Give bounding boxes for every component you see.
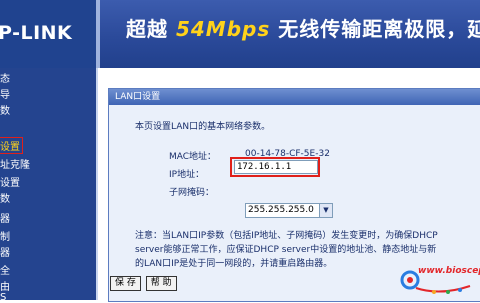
banner-prefix: 超越 xyxy=(126,17,168,41)
sidebar-item-lan-settings[interactable]: 设置 xyxy=(0,137,23,154)
note-line: server能够正常工作，应保证DHCP server中设置的地址池、静态地址与… xyxy=(135,245,437,255)
mask-label: 子网掩码： xyxy=(169,188,215,198)
banner-slogan: 超越 54Mbps 无线传输距离极限，延局 xyxy=(126,13,480,42)
sidebar-item[interactable]: 全 xyxy=(0,262,10,277)
ip-highlight-box: 172.16.1.1 xyxy=(230,157,320,177)
panel-title: LAN口设置 xyxy=(109,89,480,105)
sidebar-item[interactable]: 器 xyxy=(0,210,10,225)
sidebar-item[interactable]: S xyxy=(0,292,6,303)
ip-label: IP地址： xyxy=(169,170,205,180)
button-bar: 保 存 帮 助 xyxy=(110,276,179,291)
sidebar-nav: 态 导 数 设置 址克隆 设置 数 器 制 器 全 由 S xyxy=(0,68,98,303)
sidebar-item[interactable]: 器 xyxy=(0,244,10,259)
page-description: 本页设置LAN口的基本网络参数。 xyxy=(135,122,271,132)
logo-area: P-LINK xyxy=(0,0,96,68)
sidebar-item[interactable]: 导 xyxy=(0,86,10,101)
header-divider xyxy=(96,0,100,68)
tp-link-logo: P-LINK xyxy=(0,22,73,44)
subnet-mask-select[interactable]: 255.255.255.0 ▼ xyxy=(245,203,333,218)
sidebar-item-mac-clone[interactable]: 址克隆 xyxy=(0,156,30,171)
help-button[interactable]: 帮 助 xyxy=(145,276,177,291)
sidebar-item[interactable]: 制 xyxy=(0,228,10,243)
watermark-text: www.bioscept xyxy=(418,266,480,276)
sidebar-item[interactable]: 态 xyxy=(0,70,10,85)
banner-suffix: 无线传输距离极限，延局 xyxy=(278,17,480,41)
save-button[interactable]: 保 存 xyxy=(110,276,141,291)
watermark: www.bioscept xyxy=(400,262,480,300)
header-banner: P-LINK 超越 54Mbps 无线传输距离极限，延局 xyxy=(0,0,480,68)
sidebar-item[interactable]: 设置 xyxy=(0,174,20,189)
sidebar-item[interactable]: 数 xyxy=(0,190,10,205)
subnet-mask-value: 255.255.255.0 xyxy=(248,205,314,215)
sidebar-item[interactable]: 由 xyxy=(0,278,10,293)
ip-address-input[interactable]: 172.16.1.1 xyxy=(234,160,318,174)
sidebar-item[interactable]: 数 xyxy=(0,102,10,117)
banner-highlight: 54Mbps xyxy=(175,17,271,41)
chevron-down-icon[interactable]: ▼ xyxy=(319,204,332,217)
note-line: 注意：当LAN口IP参数（包括IP地址、子网掩码）发生变更时，为确保DHCP xyxy=(135,231,438,241)
mac-label: MAC地址： xyxy=(169,152,217,162)
